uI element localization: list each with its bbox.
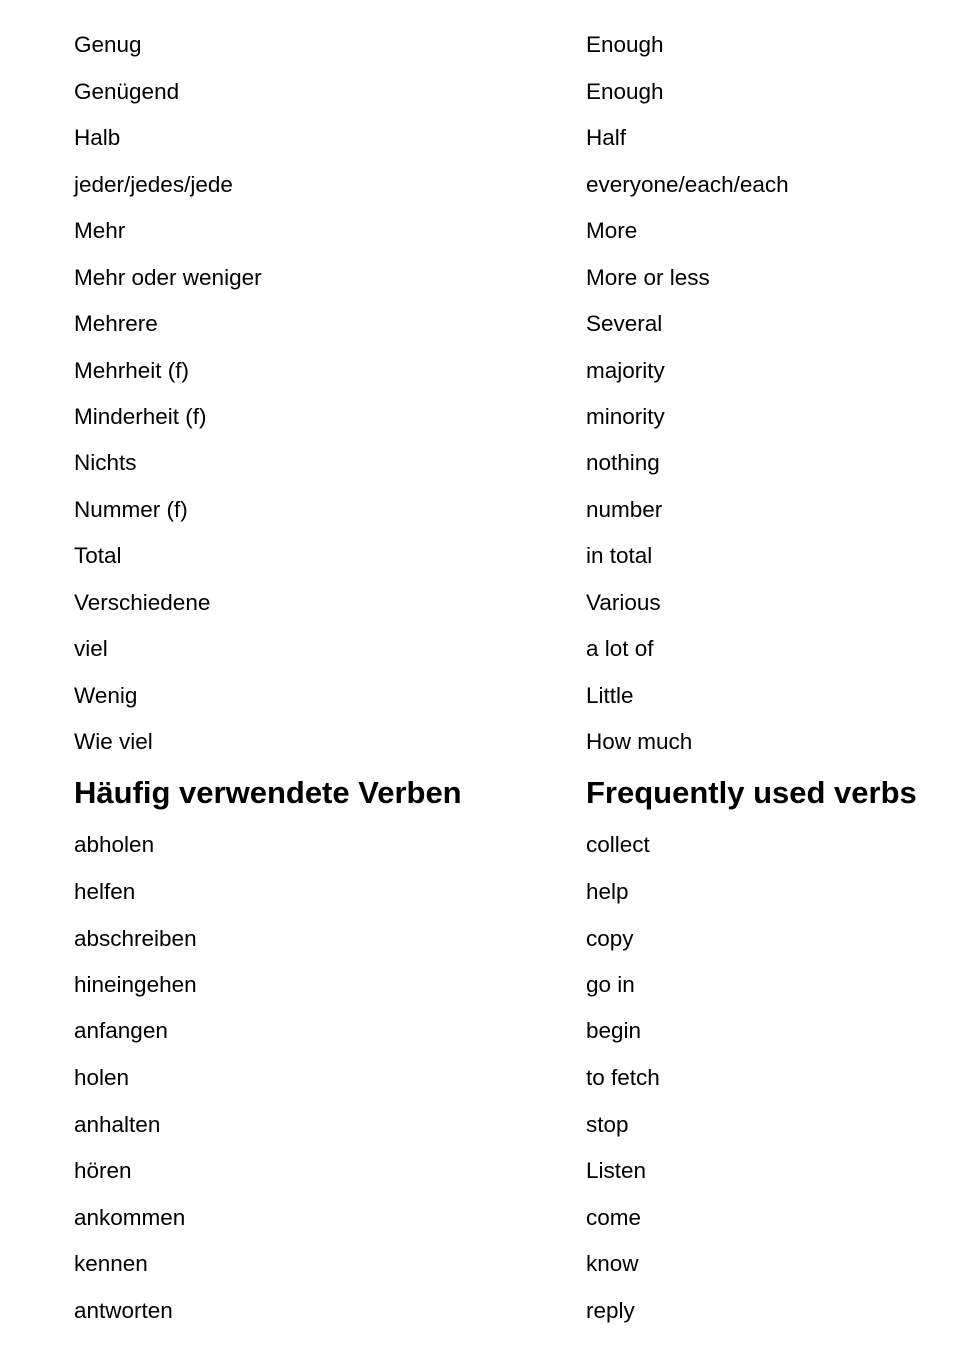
german-word: anhalten [74, 1112, 161, 1137]
vocab-row: Mehr oder weniger More or less [0, 258, 956, 298]
vocab-row: holen to fetch [0, 1058, 956, 1098]
english-translation: More [586, 218, 638, 243]
german-word: kennen [74, 1251, 148, 1276]
vocab-row: Halb Half [0, 118, 956, 158]
german-word: Halb [74, 125, 121, 150]
german-word: helfen [74, 879, 136, 904]
german-word: Genug [74, 32, 142, 57]
german-word: Minderheit (f) [74, 404, 207, 429]
german-word: ankommen [74, 1205, 186, 1230]
vocab-row: Nichts nothing [0, 443, 956, 483]
vocab-row: anhalten stop [0, 1105, 956, 1145]
english-translation: More or less [586, 265, 710, 290]
vocab-row: abschreiben copy [0, 919, 956, 959]
german-word: abholen [74, 832, 155, 857]
vocab-row: Total in total [0, 536, 956, 576]
german-word: jeder/jedes/jede [74, 172, 233, 197]
german-word: Verschiedene [74, 590, 211, 615]
english-translation: collect [586, 832, 650, 857]
english-translation: Several [586, 311, 663, 336]
english-translation: Listen [586, 1158, 647, 1183]
vocab-row: hineingehen go in [0, 965, 956, 1005]
vocab-row: Genügend Enough [0, 72, 956, 112]
english-translation: Little [586, 683, 634, 708]
german-word: Mehr oder weniger [74, 265, 262, 290]
english-translation: know [586, 1251, 639, 1276]
heading-german: Häufig verwendete Verben [74, 775, 462, 810]
vocab-row: Mehr More [0, 211, 956, 251]
vocab-row: Genug Enough [0, 25, 956, 65]
vocab-row: Wie viel How much [0, 722, 956, 762]
german-word: Mehrere [74, 311, 158, 336]
english-translation: number [586, 497, 663, 522]
vocab-row: jeder/jedes/jede everyone/each/each [0, 165, 956, 205]
german-word: Wie viel [74, 729, 153, 754]
german-word: abschreiben [74, 926, 197, 951]
german-word: Nichts [74, 450, 137, 475]
german-word: Total [74, 543, 122, 568]
german-word: anfangen [74, 1018, 168, 1043]
german-word: Mehr [74, 218, 126, 243]
english-translation: Half [586, 125, 627, 150]
german-word: Genügend [74, 79, 180, 104]
english-translation: Enough [586, 32, 664, 57]
english-translation: How much [586, 729, 693, 754]
english-translation: nothing [586, 450, 660, 475]
english-translation: to fetch [586, 1065, 660, 1090]
vocab-row: hören Listen [0, 1151, 956, 1191]
german-word: hören [74, 1158, 132, 1183]
vocab-row: anfangen begin [0, 1011, 956, 1051]
english-translation: go in [586, 972, 635, 997]
german-word: antworten [74, 1298, 173, 1323]
vocab-row: antworten reply [0, 1291, 956, 1331]
german-word: holen [74, 1065, 130, 1090]
english-translation: come [586, 1205, 642, 1230]
vocab-row: Nummer (f) number [0, 490, 956, 530]
german-word: Mehrheit (f) [74, 358, 190, 383]
vocab-row: Mehrheit (f) majority [0, 351, 956, 391]
vocab-row: Mehrere Several [0, 304, 956, 344]
english-translation: Enough [586, 79, 664, 104]
vocab-row: Wenig Little [0, 676, 956, 716]
german-word: Nummer (f) [74, 497, 188, 522]
english-translation: in total [586, 543, 653, 568]
english-translation: majority [586, 358, 665, 383]
section-heading-row: Häufig verwendete Verben Frequently used … [0, 773, 956, 813]
vocab-row: kennen know [0, 1244, 956, 1284]
english-translation: stop [586, 1112, 629, 1137]
german-word: viel [74, 636, 108, 661]
english-translation: minority [586, 404, 665, 429]
vocab-row: abholen collect [0, 825, 956, 865]
vocabulary-page: Genug Enough Genügend Enough Halb Half jeder/j… [0, 0, 956, 1372]
german-word: hineingehen [74, 972, 197, 997]
english-translation: begin [586, 1018, 642, 1043]
english-translation: a lot of [586, 636, 654, 661]
heading-english: Frequently used verbs [586, 775, 917, 810]
english-translation: everyone/each/each [586, 172, 789, 197]
vocab-row: viel a lot of [0, 629, 956, 669]
vocab-row: Minderheit (f) minority [0, 397, 956, 437]
german-word: Wenig [74, 683, 138, 708]
english-translation: help [586, 879, 629, 904]
vocab-row: helfen help [0, 872, 956, 912]
vocab-row: ankommen come [0, 1198, 956, 1238]
english-translation: Various [586, 590, 661, 615]
vocab-row: Verschiedene Various [0, 583, 956, 623]
english-translation: reply [586, 1298, 635, 1323]
english-translation: copy [586, 926, 634, 951]
